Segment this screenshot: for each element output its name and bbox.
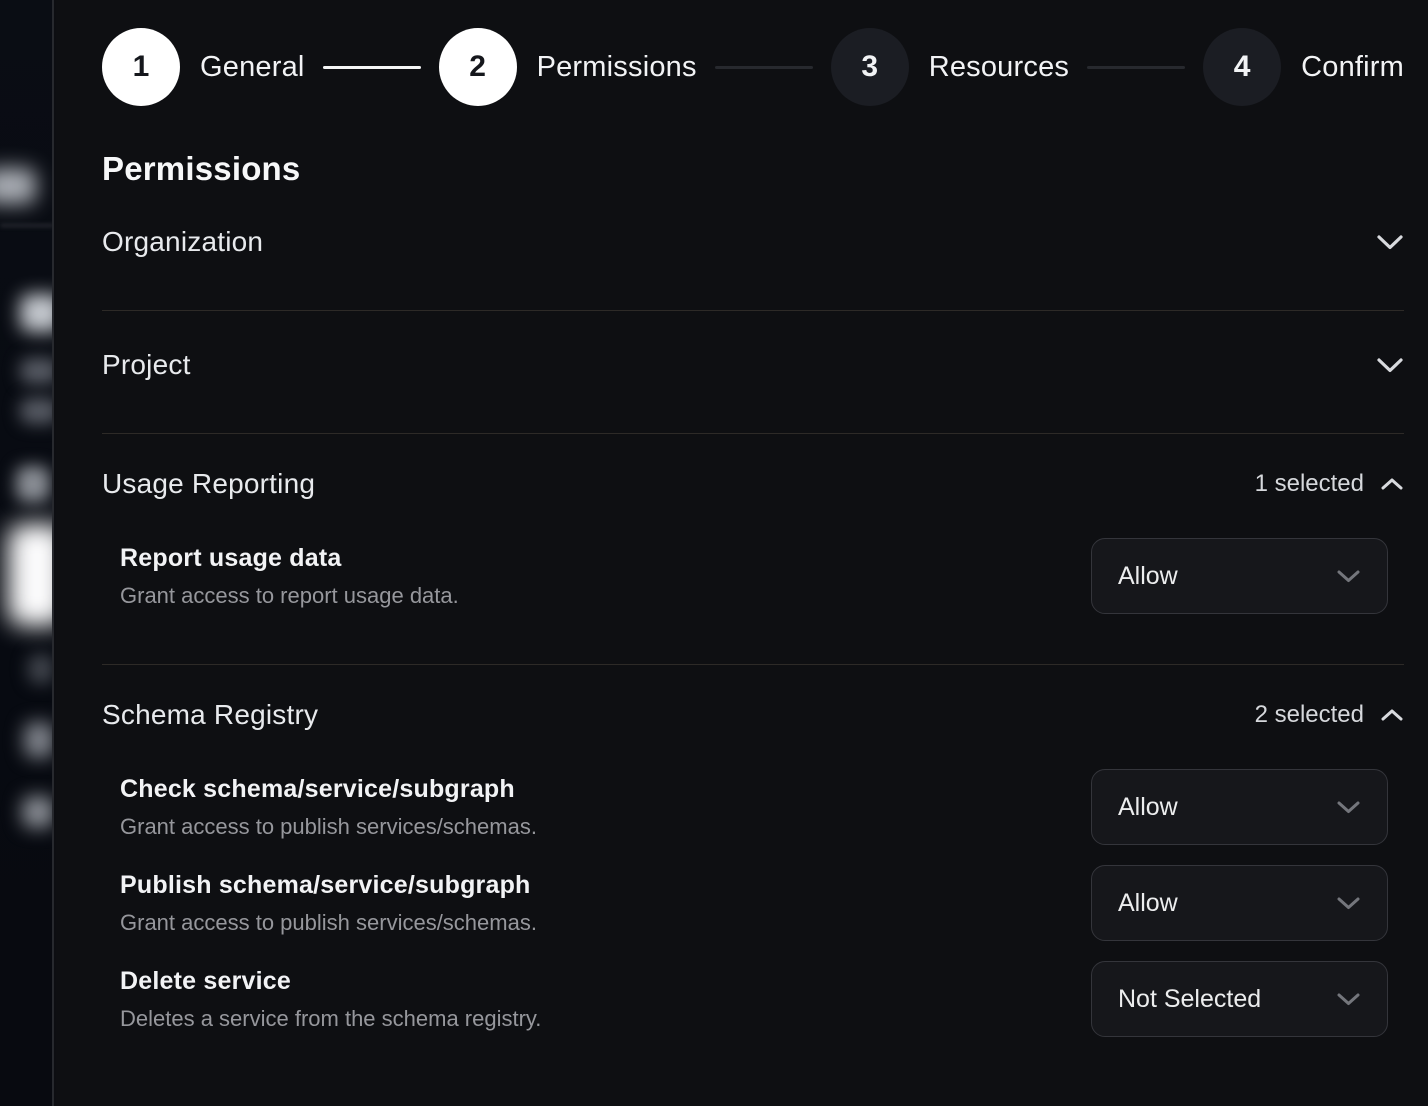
chevron-down-icon — [1376, 234, 1404, 251]
blurred-sidebar-blob — [20, 294, 54, 332]
section-organization-title: Organization — [102, 226, 263, 258]
permission-description: Grant access to report usage data. — [120, 583, 459, 609]
step-connector — [1087, 66, 1185, 69]
permission-description: Grant access to publish services/schemas… — [120, 910, 537, 936]
step-connector — [323, 66, 421, 69]
step-connector — [715, 66, 813, 69]
section-organization-header[interactable]: Organization — [102, 188, 1404, 310]
chevron-up-icon — [1380, 477, 1404, 491]
blurred-background-sidebar — [0, 0, 54, 1106]
blurred-sidebar-blob — [20, 358, 54, 384]
selected-count-badge: 2 selected — [1255, 701, 1364, 729]
chevron-down-icon — [1336, 992, 1361, 1007]
permission-title: Report usage data — [120, 544, 459, 573]
step-permissions-number: 2 — [439, 28, 517, 106]
step-confirm-number: 4 — [1203, 28, 1281, 106]
step-confirm-label: Confirm — [1301, 51, 1404, 84]
select-value: Allow — [1118, 562, 1178, 591]
chevron-down-icon — [1336, 569, 1361, 584]
select-value: Allow — [1118, 793, 1178, 822]
step-resources-number: 3 — [831, 28, 909, 106]
section-project: Project — [102, 311, 1404, 434]
section-project-title: Project — [102, 349, 191, 381]
section-usage-reporting: Usage Reporting 1 selected Report usage … — [102, 434, 1404, 665]
step-general-number: 1 — [102, 28, 180, 106]
blurred-sidebar-divider — [0, 224, 54, 227]
page-title: Permissions — [102, 150, 1404, 188]
select-value: Not Selected — [1118, 985, 1261, 1014]
step-confirm[interactable]: 4 Confirm — [1203, 28, 1404, 106]
step-resources-label: Resources — [929, 51, 1069, 84]
permission-row-delete-service: Delete service Deletes a service from th… — [102, 961, 1404, 1037]
step-general[interactable]: 1 General — [102, 28, 305, 106]
publish-schema-select[interactable]: Allow — [1091, 865, 1388, 941]
section-organization: Organization — [102, 188, 1404, 311]
section-schema-registry-header[interactable]: Schema Registry 2 selected — [102, 665, 1404, 755]
step-permissions-label: Permissions — [537, 51, 697, 84]
blurred-sidebar-blob — [20, 398, 54, 424]
permission-description: Deletes a service from the schema regist… — [120, 1006, 541, 1032]
blurred-sidebar-blob — [16, 466, 50, 502]
section-usage-reporting-header[interactable]: Usage Reporting 1 selected — [102, 434, 1404, 524]
section-schema-registry-title: Schema Registry — [102, 699, 318, 731]
permission-row-check-schema: Check schema/service/subgraph Grant acce… — [102, 769, 1404, 845]
chevron-down-icon — [1336, 800, 1361, 815]
blurred-sidebar-blob — [0, 168, 36, 204]
delete-service-select[interactable]: Not Selected — [1091, 961, 1388, 1037]
blurred-sidebar-blob — [22, 796, 54, 828]
blurred-sidebar-blob — [24, 722, 54, 758]
report-usage-data-select[interactable]: Allow — [1091, 538, 1388, 614]
permission-description: Grant access to publish services/schemas… — [120, 814, 537, 840]
selected-count-badge: 1 selected — [1255, 470, 1364, 498]
permission-title: Check schema/service/subgraph — [120, 775, 537, 804]
section-project-header[interactable]: Project — [102, 311, 1404, 433]
step-resources[interactable]: 3 Resources — [831, 28, 1069, 106]
section-schema-registry: Schema Registry 2 selected Check schema/… — [102, 665, 1404, 1087]
chevron-down-icon — [1336, 896, 1361, 911]
chevron-up-icon — [1380, 708, 1404, 722]
permission-row-publish-schema: Publish schema/service/subgraph Grant ac… — [102, 865, 1404, 941]
wizard-panel: 1 General 2 Permissions 3 Resources 4 Co… — [56, 0, 1428, 1106]
chevron-down-icon — [1376, 357, 1404, 374]
step-general-label: General — [200, 51, 305, 84]
section-usage-reporting-title: Usage Reporting — [102, 468, 315, 500]
select-value: Allow — [1118, 889, 1178, 918]
check-schema-select[interactable]: Allow — [1091, 769, 1388, 845]
permission-row-report-usage-data: Report usage data Grant access to report… — [102, 538, 1404, 614]
blurred-sidebar-blob — [8, 524, 54, 626]
wizard-stepper: 1 General 2 Permissions 3 Resources 4 Co… — [102, 28, 1404, 106]
permission-title: Publish schema/service/subgraph — [120, 871, 537, 900]
blurred-sidebar-blob — [28, 654, 54, 684]
permission-title: Delete service — [120, 967, 541, 996]
step-permissions[interactable]: 2 Permissions — [439, 28, 697, 106]
